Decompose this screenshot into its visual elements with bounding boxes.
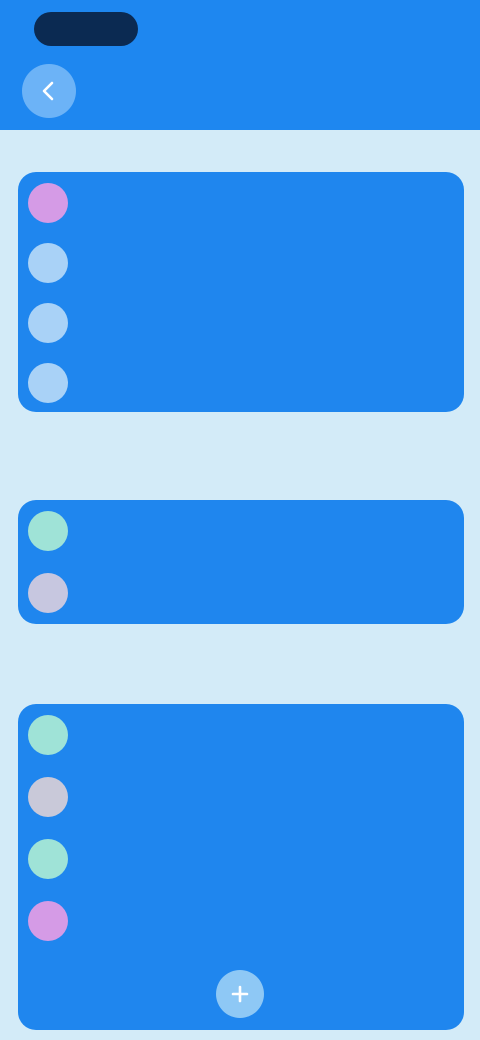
settings-card-1 xyxy=(18,172,464,412)
row-circle-icon xyxy=(28,573,68,613)
row-circle-icon xyxy=(28,511,68,551)
row-circle-icon xyxy=(28,303,68,343)
back-arrow-icon xyxy=(42,81,54,101)
settings-row[interactable] xyxy=(18,292,464,354)
add-button[interactable] xyxy=(216,970,264,1018)
settings-row[interactable] xyxy=(18,828,464,890)
settings-row[interactable] xyxy=(18,766,464,828)
status-time xyxy=(34,12,138,46)
row-circle-icon xyxy=(28,243,68,283)
app-header xyxy=(0,0,480,130)
settings-row[interactable] xyxy=(18,172,464,234)
row-circle-icon xyxy=(28,715,68,755)
settings-row[interactable] xyxy=(18,232,464,294)
settings-row[interactable] xyxy=(18,500,464,562)
row-circle-icon xyxy=(28,363,68,403)
add-icon xyxy=(231,985,249,1003)
row-circle-icon xyxy=(28,183,68,223)
back-button[interactable] xyxy=(22,64,76,118)
row-circle-icon xyxy=(28,839,68,879)
page-title xyxy=(150,78,330,108)
settings-row[interactable] xyxy=(18,562,464,624)
settings-row[interactable] xyxy=(18,352,464,414)
row-circle-icon xyxy=(28,777,68,817)
settings-row[interactable] xyxy=(18,890,464,952)
settings-row[interactable] xyxy=(18,704,464,766)
settings-card-2 xyxy=(18,500,464,624)
row-circle-icon xyxy=(28,901,68,941)
settings-screen xyxy=(0,0,480,1040)
